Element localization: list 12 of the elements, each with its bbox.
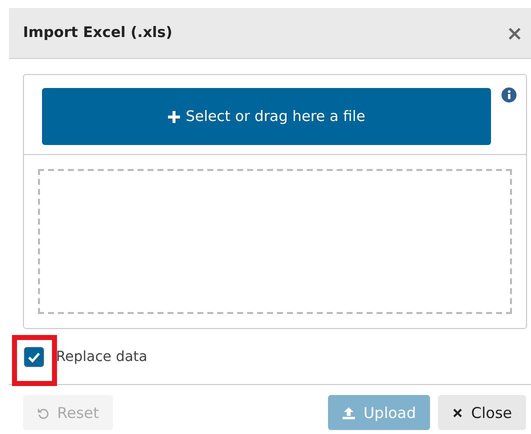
upload-icon <box>342 406 356 420</box>
window-title: Import Excel (.xls) <box>23 25 172 41</box>
close-button[interactable]: Close <box>438 395 526 430</box>
undo-icon <box>37 406 50 420</box>
info-icon <box>501 87 517 103</box>
select-file-button[interactable]: Select or drag here a file <box>42 88 491 145</box>
replace-checkbox[interactable] <box>24 346 44 366</box>
check-icon <box>27 350 41 362</box>
plus-icon <box>168 110 180 122</box>
close-button[interactable]: × <box>502 23 527 43</box>
replace-data-label: Replace data <box>56 348 148 364</box>
close-icon <box>452 406 464 420</box>
